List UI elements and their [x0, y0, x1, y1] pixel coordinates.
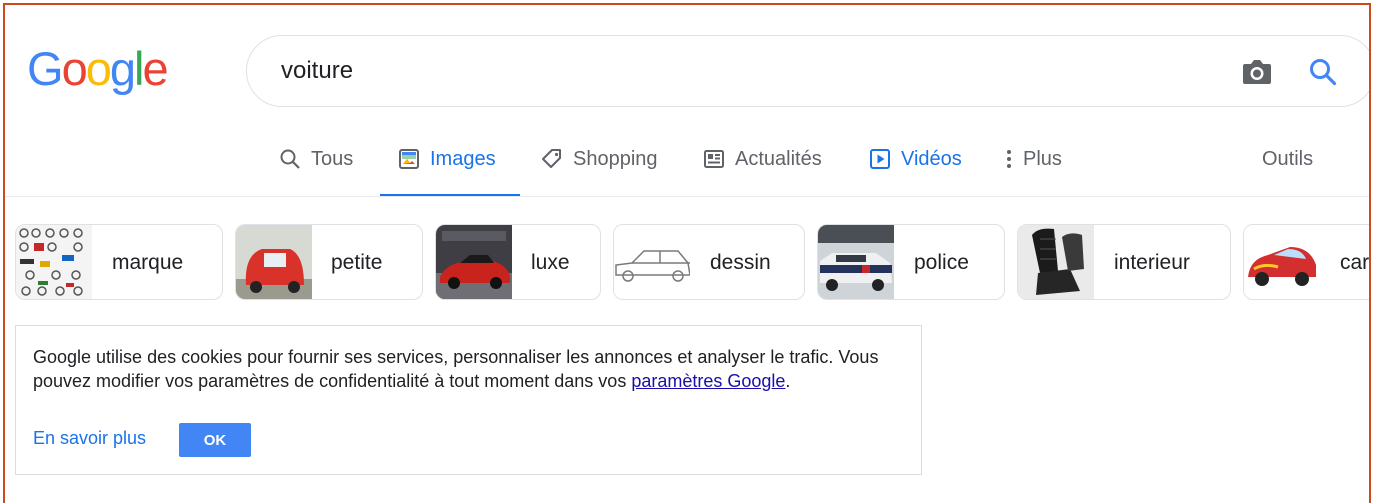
- cookie-notice: Google utilise des cookies pour fournir …: [15, 325, 922, 475]
- chip-interieur[interactable]: interieur: [1017, 224, 1231, 300]
- tab-videos[interactable]: Vidéos: [869, 141, 962, 197]
- more-vert-icon: [1007, 150, 1011, 168]
- play-icon: [870, 149, 890, 169]
- chip-thumbnail: [1018, 225, 1094, 299]
- tab-actualites[interactable]: Actualités: [703, 141, 822, 197]
- cookie-period: .: [785, 371, 791, 391]
- chip-police[interactable]: police: [817, 224, 1005, 300]
- chip-label: luxe: [531, 251, 570, 274]
- tag-icon: [542, 149, 561, 168]
- tab-label: Vidéos: [901, 148, 962, 170]
- chip-dessin[interactable]: dessin: [613, 224, 805, 300]
- tabs-divider: [5, 196, 1369, 197]
- tab-plus[interactable]: Plus: [1003, 141, 1062, 197]
- browser-frame: Google Tous: [3, 3, 1371, 503]
- chip-label: cars: [1340, 251, 1370, 274]
- search-box: [246, 35, 1369, 107]
- chip-label: petite: [331, 251, 383, 274]
- search-tabs: Tous Images Shopping Actualités Vidéos P…: [5, 141, 1369, 197]
- tab-shopping[interactable]: Shopping: [541, 141, 658, 197]
- tab-images[interactable]: Images: [380, 141, 520, 197]
- luxury-car-image: [436, 225, 512, 299]
- tab-tous[interactable]: Tous: [279, 141, 353, 197]
- small-car-image: [236, 225, 312, 299]
- tab-label: Images: [430, 148, 496, 170]
- police-car-image: [818, 225, 894, 299]
- chip-label: interieur: [1114, 251, 1190, 274]
- news-icon: [704, 150, 724, 168]
- chip-thumbnail: [236, 225, 312, 299]
- toy-car-image: [1244, 225, 1320, 299]
- cookie-text: Google utilise des cookies pour fournir …: [33, 345, 913, 393]
- tab-label: Tous: [311, 148, 354, 170]
- chip-marque[interactable]: marque: [15, 224, 223, 300]
- chip-cars[interactable]: cars: [1243, 224, 1370, 300]
- search-input[interactable]: [281, 54, 1181, 88]
- logo-letter: o: [85, 42, 112, 95]
- google-settings-link[interactable]: paramètres Google: [631, 371, 785, 391]
- tab-label: Actualités: [735, 148, 822, 170]
- chip-label: police: [914, 251, 969, 274]
- ok-button[interactable]: OK: [179, 423, 251, 457]
- car-interior-image: [1018, 225, 1094, 299]
- chip-thumbnail: [818, 225, 894, 299]
- chip-thumbnail: [16, 225, 92, 299]
- chip-thumbnail: [1244, 225, 1320, 299]
- camera-icon[interactable]: [1241, 58, 1273, 86]
- chip-label: marque: [112, 251, 184, 274]
- car-drawing-image: [614, 225, 690, 299]
- google-logo[interactable]: Google: [27, 42, 169, 95]
- tools-button[interactable]: Outils: [1262, 148, 1313, 171]
- logo-letter: g: [109, 42, 136, 95]
- logo-letter: o: [61, 42, 88, 95]
- logo-letter: G: [27, 42, 64, 95]
- learn-more-link[interactable]: En savoir plus: [33, 428, 146, 449]
- image-icon: [399, 149, 419, 169]
- tab-label: Shopping: [573, 148, 658, 170]
- chip-thumbnail: [436, 225, 512, 299]
- brand-logos-image: [16, 225, 92, 299]
- chip-luxe[interactable]: luxe: [435, 224, 601, 300]
- chip-label: dessin: [710, 251, 771, 274]
- tab-label: Plus: [1023, 148, 1062, 170]
- search-icon[interactable]: [1307, 56, 1339, 88]
- logo-letter: e: [142, 42, 168, 95]
- chip-petite[interactable]: petite: [235, 224, 423, 300]
- chip-thumbnail: [614, 225, 690, 299]
- search-icon: [280, 149, 300, 169]
